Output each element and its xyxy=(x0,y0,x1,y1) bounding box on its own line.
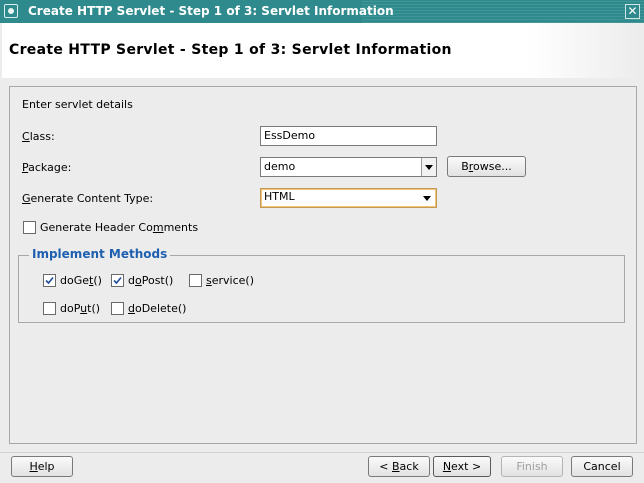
chevron-down-icon[interactable] xyxy=(421,158,436,176)
window-title: Create HTTP Servlet - Step 1 of 3: Servl… xyxy=(28,4,394,18)
implement-methods-group xyxy=(18,255,625,323)
window-titlebar[interactable]: Create HTTP Servlet - Step 1 of 3: Servl… xyxy=(0,0,644,23)
close-icon[interactable]: ✕ xyxy=(625,4,640,19)
servlet-window-icon xyxy=(4,4,18,18)
cancel-button[interactable]: Cancel xyxy=(571,456,633,477)
titlebar-title-area: Create HTTP Servlet - Step 1 of 3: Servl… xyxy=(0,0,394,23)
back-button[interactable]: < Back xyxy=(368,456,430,477)
header-comments-label: Generate Header Comments xyxy=(40,221,199,234)
dopost-label: doPost() xyxy=(128,274,174,287)
page-title: Create HTTP Servlet - Step 1 of 3: Servl… xyxy=(9,42,452,58)
finish-button[interactable]: Finish xyxy=(501,456,563,477)
checkmark-icon xyxy=(45,276,54,285)
class-label: Class: xyxy=(22,130,55,143)
implement-methods-legend: Implement Methods xyxy=(29,247,171,261)
doput-label: doPut() xyxy=(60,302,101,315)
dopost-checkbox[interactable] xyxy=(111,274,124,287)
next-button[interactable]: Next > xyxy=(433,456,491,477)
content-type-value: HTML xyxy=(264,190,295,203)
content-type-label: Generate Content Type: xyxy=(22,192,154,205)
package-combo[interactable]: demo xyxy=(260,157,437,177)
package-value: demo xyxy=(264,160,296,173)
wizard-header: Create HTTP Servlet - Step 1 of 3: Servl… xyxy=(2,23,642,78)
doget-checkbox[interactable] xyxy=(43,274,56,287)
footer-divider xyxy=(0,452,644,453)
intro-text: Enter servlet details xyxy=(22,98,133,111)
help-button[interactable]: Help xyxy=(11,456,73,477)
doget-label: doGet() xyxy=(60,274,102,287)
service-checkbox[interactable] xyxy=(189,274,202,287)
dodelete-checkbox[interactable] xyxy=(111,302,124,315)
package-label: Package: xyxy=(22,161,72,174)
content-type-select[interactable]: HTML xyxy=(260,188,437,208)
dodelete-label: doDelete() xyxy=(128,302,187,315)
service-label: service() xyxy=(206,274,254,287)
chevron-down-icon xyxy=(420,189,432,207)
doput-checkbox[interactable] xyxy=(43,302,56,315)
browse-button[interactable]: Browse... xyxy=(447,156,526,177)
class-input[interactable]: EssDemo xyxy=(260,126,437,146)
header-comments-checkbox[interactable] xyxy=(23,221,36,234)
checkmark-icon xyxy=(113,276,122,285)
